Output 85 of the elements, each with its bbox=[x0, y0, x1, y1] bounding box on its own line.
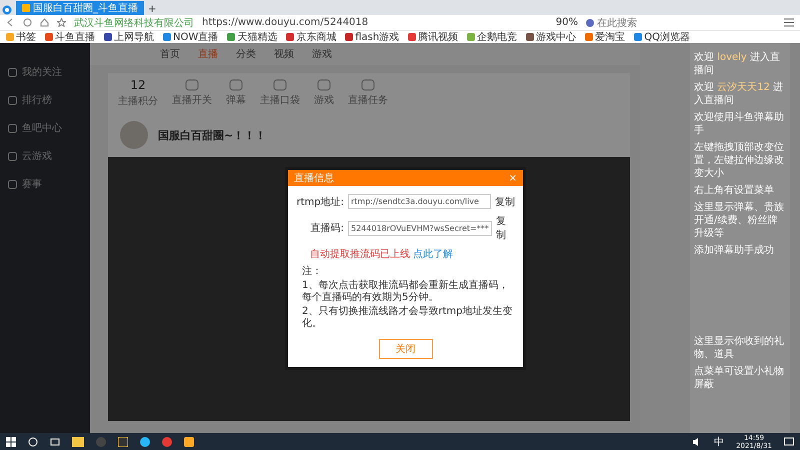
star-icon[interactable] bbox=[57, 18, 66, 27]
chat-message: 添加弹幕助手成功 bbox=[694, 244, 775, 257]
note-text: 1、每次点击获取推流码都会重新生成直播码，每个直播码的有效期为5分钟。 bbox=[302, 280, 510, 304]
chat-message: 欢迎 云汐天天12 进入直播间 bbox=[694, 81, 784, 107]
bookmark-icon bbox=[345, 33, 354, 41]
toolbar-icon[interactable] bbox=[361, 79, 375, 91]
toolbar-icon[interactable] bbox=[273, 79, 287, 91]
home-icon[interactable] bbox=[40, 18, 49, 27]
chat-message: 欢迎使用斗鱼弹幕助手 bbox=[694, 111, 785, 137]
bookmark-item[interactable]: 书签 bbox=[6, 30, 36, 44]
bookmark-item[interactable]: 企鹅电竞 bbox=[467, 30, 518, 44]
chat-message: 左键拖拽顶部改变位置，左键拉伸边缘改变大小 bbox=[694, 141, 785, 180]
bookmark-item[interactable]: 斗鱼直播 bbox=[45, 30, 95, 44]
bookmark-icon bbox=[526, 33, 534, 41]
tab-title: 国服白百甜圈_斗鱼直播 bbox=[33, 2, 138, 15]
browser-icon[interactable] bbox=[140, 436, 150, 446]
chat-message: 欢迎 lovely 进入直播间 bbox=[694, 51, 782, 77]
warning-text: 自动提取推流码已上线 bbox=[310, 249, 410, 260]
input-field[interactable]: rtmp://sendtc3a.douyu.com/live bbox=[348, 194, 491, 209]
chat-message: 这里显示你收到的礼物、道具 bbox=[694, 335, 785, 361]
page-icon bbox=[22, 4, 30, 12]
bookmark-item[interactable]: QQ浏览器 bbox=[634, 30, 690, 44]
bookmark-icon bbox=[6, 33, 14, 41]
task-view-icon[interactable] bbox=[50, 436, 60, 446]
windows-start-icon[interactable] bbox=[6, 436, 16, 446]
bookmark-icon bbox=[45, 33, 53, 41]
bookmark-item[interactable]: 爱淘宝 bbox=[585, 30, 626, 44]
points-count: 12 bbox=[130, 78, 146, 92]
sidebar-item-icon bbox=[8, 152, 17, 160]
bookmark-item[interactable]: 天猫精选 bbox=[227, 30, 278, 44]
folder-icon[interactable] bbox=[72, 436, 84, 446]
bookmark-icon bbox=[163, 33, 171, 41]
search-field[interactable]: 在此搜索 bbox=[586, 16, 776, 30]
field-label: rtmp地址: bbox=[296, 196, 344, 208]
input-field[interactable]: 5244018rOVuEVHM?wsSecret=*** bbox=[348, 220, 492, 236]
sidebar-item-icon bbox=[8, 96, 17, 104]
streamer-name: 国服白百甜圈~！！！ bbox=[158, 128, 266, 142]
bookmark-item[interactable]: NOW直播 bbox=[163, 30, 218, 44]
nav-link[interactable]: 视频 bbox=[274, 47, 294, 61]
nav-link[interactable]: 首页 bbox=[160, 47, 180, 61]
zoom-level[interactable]: 90% bbox=[556, 17, 578, 28]
bookmark-icon bbox=[634, 33, 642, 41]
toolbar-icon[interactable] bbox=[317, 79, 331, 91]
bookmark-item[interactable]: 上网导航 bbox=[104, 30, 154, 44]
chat-message: 点菜单可设置小礼物屏蔽 bbox=[694, 365, 785, 391]
toolbar-icon[interactable] bbox=[185, 79, 199, 91]
menu-icon[interactable] bbox=[784, 18, 794, 27]
chat-message: 这里显示弹幕、贵族开通/续费、粉丝牌升级等 bbox=[694, 201, 785, 240]
copy-link[interactable]: 复制 bbox=[496, 214, 515, 242]
note-text: 2、只有切换推流线路才会导致rtmp地址发生变化。 bbox=[302, 306, 514, 330]
site-owner-label: 武汉斗鱼网络科技有限公司 bbox=[74, 16, 194, 30]
bookmark-item[interactable]: 游戏中心 bbox=[526, 30, 576, 44]
copy-link[interactable]: 复制 bbox=[495, 194, 515, 208]
bookmark-icon bbox=[585, 33, 594, 41]
bookmark-icon bbox=[286, 33, 294, 41]
back-icon[interactable] bbox=[6, 18, 15, 27]
sidebar-item-icon bbox=[8, 68, 17, 76]
notification-icon[interactable] bbox=[784, 436, 794, 446]
input-method-indicator[interactable]: 中 bbox=[714, 434, 724, 448]
nav-link[interactable]: 游戏 bbox=[312, 47, 332, 61]
app-icon[interactable] bbox=[118, 436, 128, 446]
sidebar-item-icon bbox=[8, 180, 17, 188]
bookmark-icon bbox=[227, 33, 236, 41]
app-icon[interactable] bbox=[184, 436, 194, 446]
bookmark-item[interactable]: 京东商城 bbox=[286, 30, 336, 44]
toolbar-icon[interactable] bbox=[229, 79, 243, 91]
bookmark-icon bbox=[104, 33, 112, 41]
note-text: 注： bbox=[302, 266, 323, 278]
info-link[interactable]: 点此了解 bbox=[413, 249, 454, 260]
sidebar-item-icon bbox=[8, 124, 17, 132]
dialog-title: 直播信息 bbox=[294, 172, 334, 185]
address-field[interactable]: https://www.douyu.com/5244018 bbox=[202, 17, 548, 28]
field-label: 直播码: bbox=[310, 222, 344, 235]
browser-tab[interactable]: 国服白百甜圈_斗鱼直播 bbox=[16, 1, 144, 15]
search-engine-icon bbox=[586, 18, 594, 26]
search-icon[interactable] bbox=[28, 436, 38, 446]
new-tab-button[interactable]: + bbox=[148, 4, 156, 15]
bookmark-icon bbox=[408, 33, 416, 41]
bookmark-item[interactable]: flash游戏 bbox=[345, 30, 400, 44]
chat-message: 右上角有设置菜单 bbox=[694, 184, 775, 197]
avatar-icon bbox=[120, 121, 148, 149]
refresh-icon[interactable] bbox=[23, 18, 32, 27]
nav-link[interactable]: 分类 bbox=[236, 47, 256, 61]
bookmark-item[interactable]: 腾讯视频 bbox=[408, 30, 458, 44]
bookmark-icon bbox=[467, 33, 476, 41]
